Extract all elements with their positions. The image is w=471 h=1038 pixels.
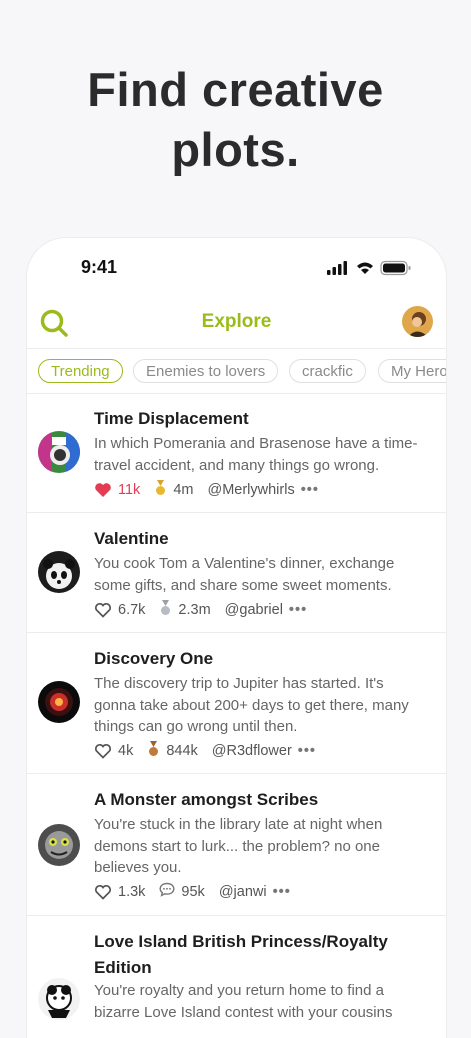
- phone-frame: 9:41 Explore Trending Enemies to lovers …: [26, 237, 447, 1038]
- chip-trending[interactable]: Trending: [38, 359, 123, 383]
- more-options-icon[interactable]: •••: [301, 482, 319, 498]
- story-meta: 11k 4m @Merlywhirls •••: [94, 480, 319, 500]
- comment-bubble-icon: [159, 882, 175, 901]
- story-title: Discovery One: [94, 649, 214, 668]
- like-count: 6.7k: [118, 602, 146, 618]
- story-item[interactable]: Love Island British Princess/Royalty Edi…: [27, 916, 446, 1038]
- author-handle[interactable]: @gabriel: [225, 602, 283, 618]
- story-thumbnail: [38, 431, 80, 473]
- story-thumbnail: [38, 824, 80, 866]
- story-title: A Monster amongst Scribes: [94, 790, 319, 809]
- comment-count: 95k: [181, 883, 205, 900]
- story-title: Time Displacement: [94, 409, 249, 428]
- like-count: 4k: [118, 743, 134, 759]
- chip-my-hero[interactable]: My Hero: [378, 359, 446, 383]
- heart-outline-icon: [95, 603, 111, 618]
- read-count: 4m: [173, 482, 194, 498]
- author-handle[interactable]: @janwi: [219, 884, 267, 900]
- medal-silver-icon: [159, 600, 172, 620]
- author-handle[interactable]: @R3dflower: [212, 743, 292, 759]
- chip-crackfic[interactable]: crackfic: [289, 359, 366, 383]
- heart-outline-icon: [95, 884, 111, 900]
- story-thumbnail: [38, 681, 80, 723]
- more-options-icon[interactable]: •••: [273, 884, 291, 900]
- chip-enemies-to-lovers[interactable]: Enemies to lovers: [133, 359, 279, 383]
- more-options-icon[interactable]: •••: [298, 743, 316, 759]
- more-options-icon[interactable]: •••: [289, 602, 307, 618]
- story-description: The discovery trip to Jupiter has starte…: [94, 675, 409, 735]
- story-thumbnail: [38, 551, 80, 593]
- profile-avatar[interactable]: [402, 306, 433, 337]
- story-description: You're royalty and you return home to fi…: [94, 982, 393, 1021]
- like-count: 1.3k: [118, 883, 146, 900]
- story-meta: 4k 844k @R3dflower •••: [94, 741, 316, 761]
- heart-outline-icon: [95, 744, 111, 759]
- story-meta: 6.7k 2.3m @gabriel •••: [94, 600, 307, 620]
- headline: Find creative plots.: [0, 60, 471, 180]
- top-nav: Explore: [27, 298, 446, 348]
- story-item[interactable]: A Monster amongst Scribes You're stuck i…: [27, 774, 446, 916]
- story-description: You cook Tom a Valentine's dinner, excha…: [94, 555, 395, 594]
- story-title: Love Island British Princess/Royalty Edi…: [94, 932, 388, 977]
- medal-gold-icon: [154, 480, 167, 500]
- headline-line-1: Find creative: [87, 63, 384, 116]
- story-title: Valentine: [94, 529, 169, 548]
- story-description: In which Pomerania and Brasenose have a …: [94, 435, 418, 474]
- story-item[interactable]: Time Displacement In which Pomerania and…: [27, 393, 446, 513]
- page-title: Explore: [201, 311, 272, 332]
- story-description: You're stuck in the library late at nigh…: [94, 816, 383, 876]
- status-icons: [327, 260, 413, 281]
- medal-bronze-icon: [147, 741, 160, 761]
- story-item[interactable]: Discovery One The discovery trip to Jupi…: [27, 633, 446, 774]
- headline-line-2: plots.: [171, 123, 300, 176]
- read-count: 2.3m: [178, 602, 211, 618]
- heart-filled-icon: [95, 483, 111, 497]
- story-item[interactable]: Valentine You cook Tom a Valentine's din…: [27, 513, 446, 633]
- status-bar: 9:41: [27, 238, 446, 298]
- story-thumbnail: [38, 978, 80, 1020]
- story-meta: 1.3k 95k @janwi •••: [94, 882, 291, 901]
- author-handle[interactable]: @Merlywhirls: [207, 482, 294, 498]
- read-count: 844k: [166, 743, 198, 759]
- like-count: 11k: [118, 482, 141, 498]
- filter-chips: Trending Enemies to lovers crackfic My H…: [27, 348, 446, 394]
- status-time: 9:41: [81, 257, 118, 277]
- signal-wifi-battery-icon: [327, 260, 411, 276]
